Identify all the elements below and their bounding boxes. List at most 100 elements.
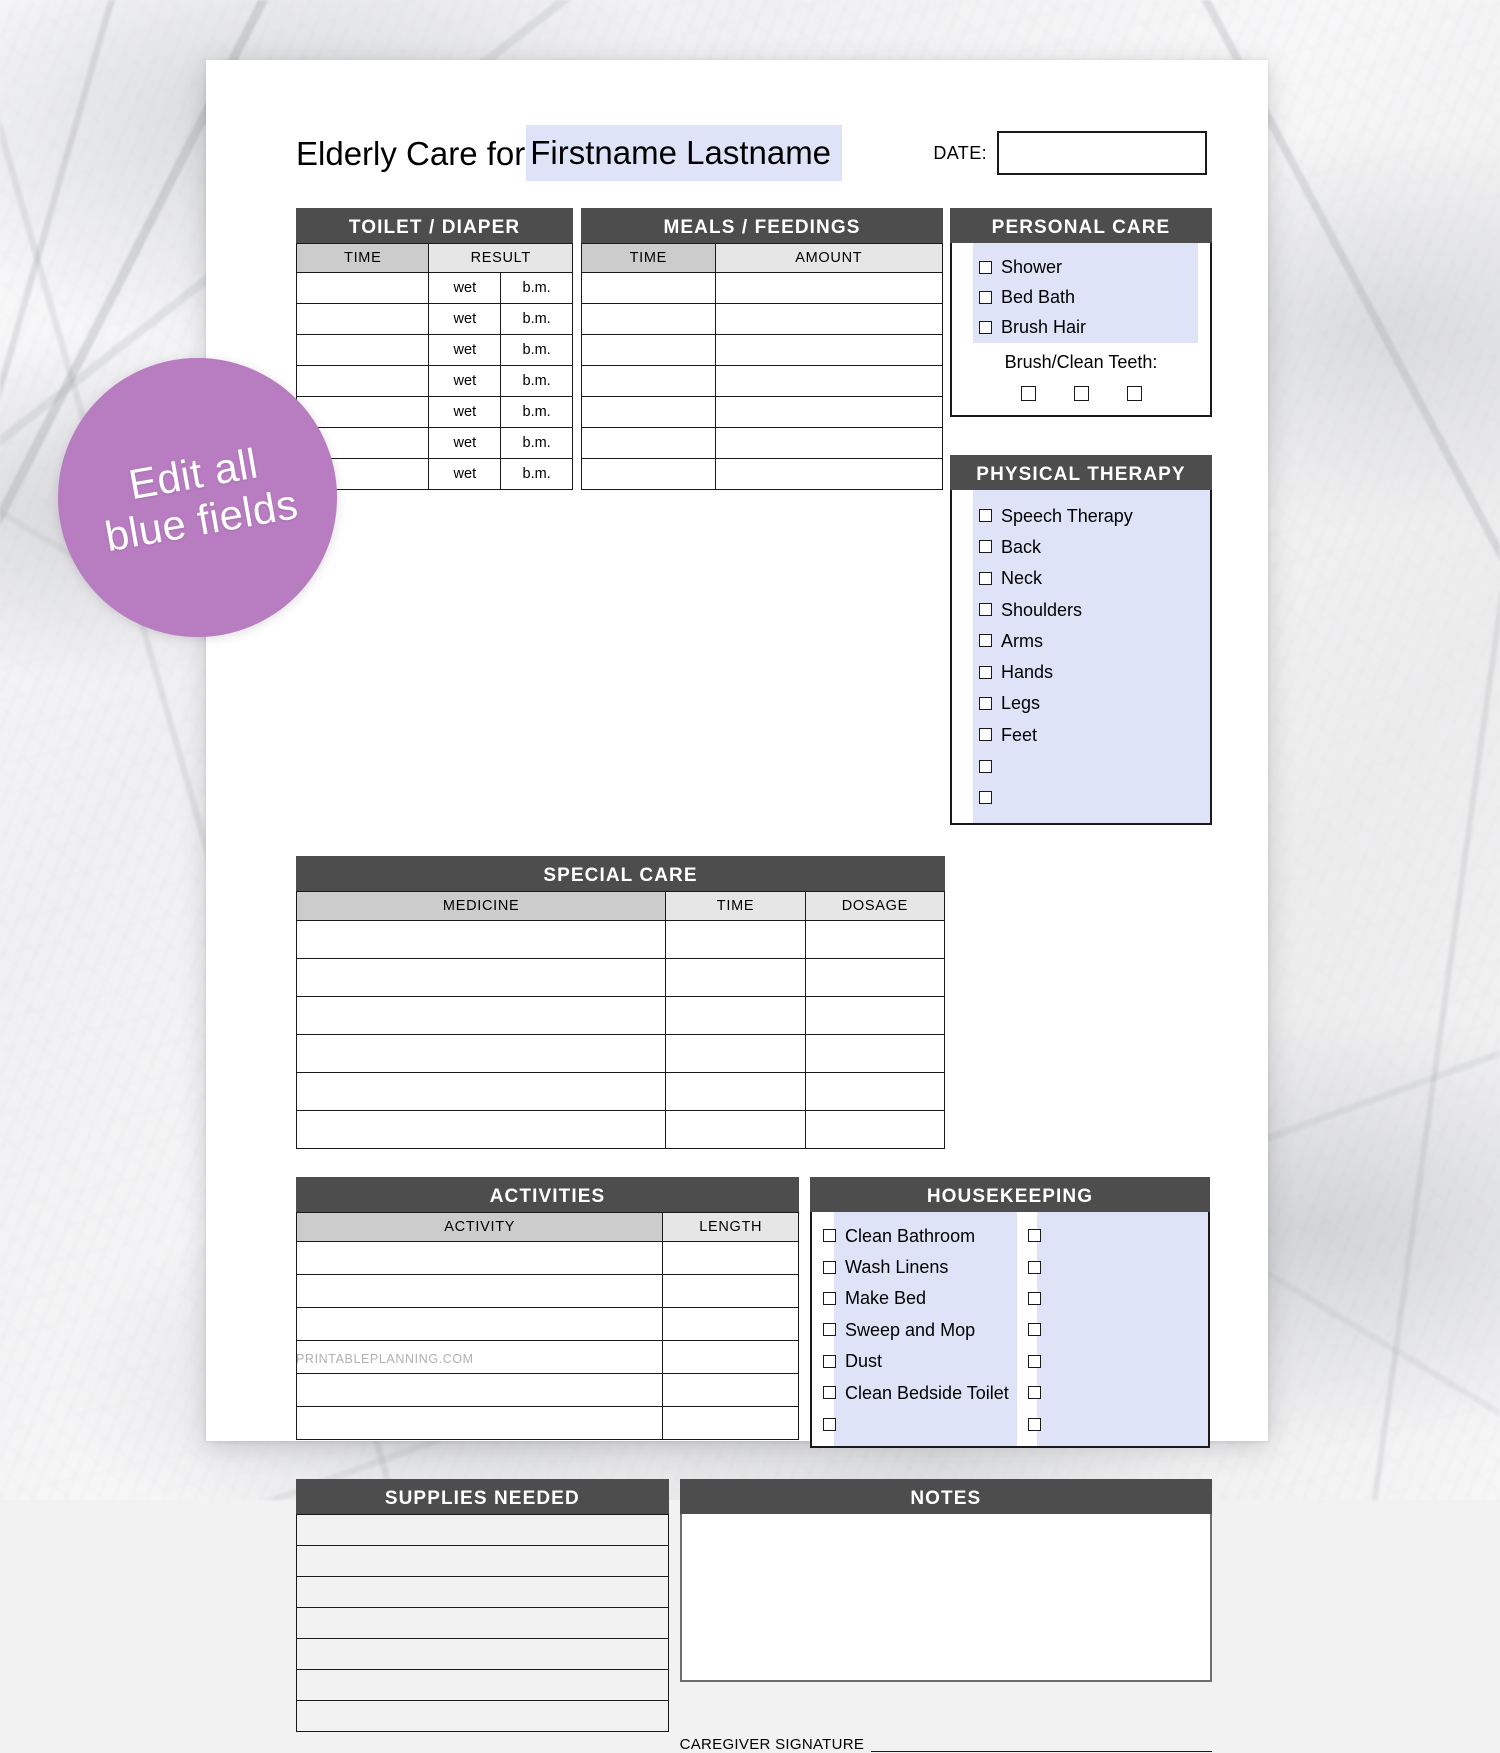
checkbox-icon[interactable] <box>979 260 992 274</box>
meal-time-cell[interactable] <box>581 334 716 366</box>
therapy-item-legs[interactable]: Legs <box>952 688 1210 719</box>
meal-time-cell[interactable] <box>581 365 716 397</box>
checkbox-icon[interactable] <box>1028 1291 1041 1305</box>
checkbox-icon[interactable] <box>823 1386 836 1400</box>
housekeeping-item-dust[interactable]: Dust <box>812 1346 1017 1377</box>
checkbox-icon[interactable] <box>979 509 992 523</box>
medicine-cell[interactable] <box>295 919 667 959</box>
supply-cell[interactable] <box>296 1606 669 1639</box>
supply-cell[interactable] <box>296 1637 669 1670</box>
medicine-cell[interactable] <box>295 1071 667 1111</box>
activity-length-cell[interactable] <box>662 1405 799 1440</box>
medicine-cell[interactable] <box>295 957 667 997</box>
toilet-wet-cell[interactable]: wet <box>428 272 502 304</box>
personal-care-item-bed-bath[interactable]: Bed Bath <box>952 282 1210 312</box>
checkbox-icon[interactable] <box>979 540 992 554</box>
toilet-bm-cell[interactable]: b.m. <box>500 334 573 366</box>
meal-amount-cell[interactable] <box>714 458 944 490</box>
housekeeping-item-blank[interactable] <box>1017 1314 1208 1345</box>
medicine-dosage-cell[interactable] <box>804 957 946 997</box>
toilet-time-cell[interactable] <box>295 396 430 428</box>
housekeeping-item-blank[interactable] <box>1017 1220 1208 1251</box>
medicine-cell[interactable] <box>295 1033 667 1073</box>
toilet-bm-cell[interactable]: b.m. <box>500 303 573 335</box>
meal-amount-cell[interactable] <box>714 272 944 304</box>
therapy-item-blank[interactable] <box>952 750 1210 781</box>
housekeeping-item-sweep-and-mop[interactable]: Sweep and Mop <box>812 1314 1017 1345</box>
checkbox-icon[interactable] <box>823 1260 836 1274</box>
medicine-time-cell[interactable] <box>665 957 806 997</box>
activity-cell[interactable] <box>295 1273 664 1308</box>
meal-time-cell[interactable] <box>581 303 716 335</box>
medicine-time-cell[interactable] <box>665 1033 806 1073</box>
toilet-wet-cell[interactable]: wet <box>428 334 502 366</box>
checkbox-icon[interactable] <box>979 571 992 585</box>
medicine-dosage-cell[interactable] <box>804 1033 946 1073</box>
checkbox-icon[interactable] <box>979 665 992 679</box>
meal-amount-cell[interactable] <box>714 303 944 335</box>
therapy-item-hands[interactable]: Hands <box>952 656 1210 687</box>
therapy-item-speech-therapy[interactable]: Speech Therapy <box>952 500 1210 531</box>
medicine-dosage-cell[interactable] <box>804 1109 946 1149</box>
toilet-bm-cell[interactable]: b.m. <box>500 396 573 428</box>
activity-length-cell[interactable] <box>662 1240 799 1275</box>
housekeeping-item-clean-bathroom[interactable]: Clean Bathroom <box>812 1220 1017 1251</box>
toilet-wet-cell[interactable]: wet <box>428 365 502 397</box>
medicine-dosage-cell[interactable] <box>804 919 946 959</box>
checkbox-icon[interactable] <box>1073 386 1089 401</box>
activity-length-cell[interactable] <box>662 1273 799 1308</box>
housekeeping-item-blank[interactable] <box>1017 1283 1208 1314</box>
checkbox-icon[interactable] <box>979 728 992 742</box>
meal-time-cell[interactable] <box>581 396 716 428</box>
toilet-bm-cell[interactable]: b.m. <box>500 427 573 459</box>
toilet-bm-cell[interactable]: b.m. <box>500 272 573 304</box>
medicine-dosage-cell[interactable] <box>804 1071 946 1111</box>
activity-cell[interactable] <box>295 1240 664 1275</box>
meal-amount-cell[interactable] <box>714 365 944 397</box>
checkbox-icon[interactable] <box>979 634 992 648</box>
supply-cell[interactable] <box>296 1513 669 1546</box>
housekeeping-item-blank[interactable] <box>812 1408 1017 1439</box>
toilet-time-cell[interactable] <box>295 272 430 304</box>
supply-cell[interactable] <box>296 1544 669 1577</box>
checkbox-icon[interactable] <box>979 696 992 710</box>
checkbox-icon[interactable] <box>823 1323 836 1337</box>
housekeeping-item-blank[interactable] <box>1017 1346 1208 1377</box>
checkbox-icon[interactable] <box>823 1354 836 1368</box>
patient-name-field[interactable]: Firstname Lastname <box>526 125 843 181</box>
medicine-time-cell[interactable] <box>665 919 806 959</box>
checkbox-icon[interactable] <box>823 1229 836 1243</box>
medicine-cell[interactable] <box>295 995 667 1035</box>
toilet-bm-cell[interactable]: b.m. <box>500 365 573 397</box>
notes-textarea[interactable] <box>679 1513 1212 1682</box>
date-input[interactable] <box>997 131 1207 175</box>
therapy-item-arms[interactable]: Arms <box>952 625 1210 656</box>
activity-cell[interactable] <box>295 1306 664 1341</box>
activity-length-cell[interactable] <box>662 1339 799 1374</box>
toilet-time-cell[interactable] <box>295 303 430 335</box>
toilet-wet-cell[interactable]: wet <box>428 303 502 335</box>
checkbox-icon[interactable] <box>979 603 992 617</box>
supply-cell[interactable] <box>296 1668 669 1701</box>
therapy-item-blank[interactable] <box>952 782 1210 813</box>
personal-care-item-shower[interactable]: Shower <box>952 252 1210 282</box>
checkbox-icon[interactable] <box>979 290 992 304</box>
checkbox-icon[interactable] <box>1028 1417 1041 1431</box>
therapy-item-back[interactable]: Back <box>952 531 1210 562</box>
housekeeping-item-clean-bedside-toilet[interactable]: Clean Bedside Toilet <box>812 1377 1017 1408</box>
meal-time-cell[interactable] <box>581 458 716 490</box>
checkbox-icon[interactable] <box>1028 1354 1041 1368</box>
activity-cell[interactable] <box>295 1405 664 1440</box>
medicine-time-cell[interactable] <box>665 1071 806 1111</box>
checkbox-icon[interactable] <box>1028 1229 1041 1243</box>
meal-amount-cell[interactable] <box>714 334 944 366</box>
housekeeping-item-blank[interactable] <box>1017 1377 1208 1408</box>
meal-amount-cell[interactable] <box>714 427 944 459</box>
medicine-time-cell[interactable] <box>665 1109 806 1149</box>
checkbox-icon[interactable] <box>979 320 992 334</box>
personal-care-item-brush-hair[interactable]: Brush Hair <box>952 312 1210 342</box>
checkbox-icon[interactable] <box>823 1291 836 1305</box>
meal-amount-cell[interactable] <box>714 396 944 428</box>
meal-time-cell[interactable] <box>581 272 716 304</box>
activity-cell[interactable] <box>295 1372 664 1407</box>
